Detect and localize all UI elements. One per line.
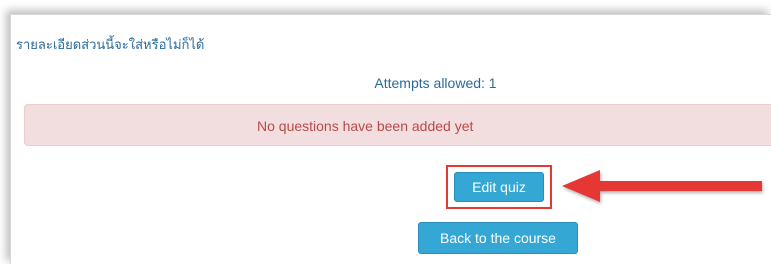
- no-questions-alert-text: No questions have been added yet: [257, 118, 474, 134]
- red-arrow-icon: [562, 170, 762, 202]
- attempts-allowed-text: Attempts allowed: 1: [374, 75, 497, 91]
- quiz-intro-text: รายละเอียดส่วนนี้จะใส่หรือไม่ก็ได้: [16, 37, 205, 52]
- screenshot-canvas: รายละเอียดส่วนนี้จะใส่หรือไม่ก็ได้ Attem…: [0, 0, 771, 264]
- back-to-course-button[interactable]: Back to the course: [418, 222, 578, 254]
- edit-quiz-button[interactable]: Edit quiz: [454, 172, 544, 202]
